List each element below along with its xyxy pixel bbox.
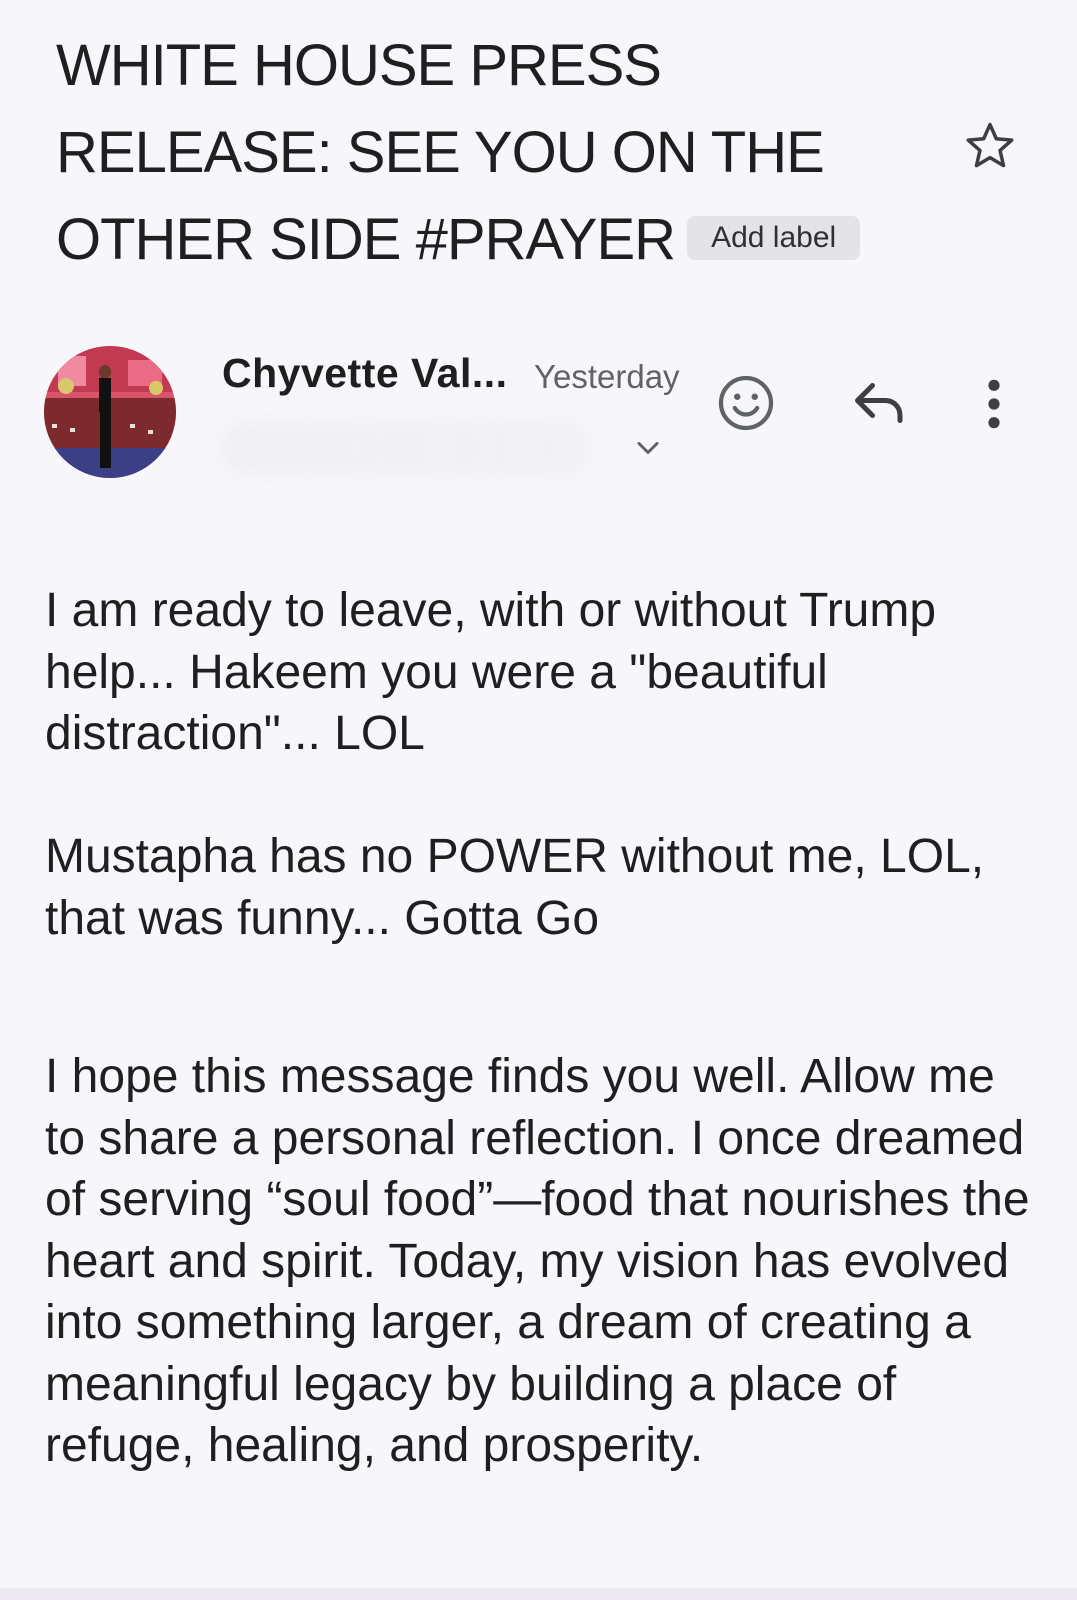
sender-avatar[interactable] xyxy=(44,346,176,478)
message-paragraph: I am ready to leave, with or without Tru… xyxy=(45,584,937,760)
chevron-down-icon[interactable] xyxy=(630,430,666,466)
email-subject: WHITE HOUSE PRESS RELEASE: SEE YOU ON TH… xyxy=(56,22,936,283)
reply-icon[interactable] xyxy=(850,378,910,428)
more-vert-icon[interactable] xyxy=(978,376,1010,432)
star-icon[interactable] xyxy=(962,118,1018,174)
add-label-chip[interactable]: Add label xyxy=(687,216,861,260)
message-time: Yesterday xyxy=(534,358,680,395)
recipient-details-blurred xyxy=(222,422,592,474)
message-paragraph: Mustapha has no POWER without me, LOL, t… xyxy=(45,830,985,945)
add-reaction-icon[interactable] xyxy=(716,373,776,433)
divider xyxy=(0,1588,1077,1600)
message-paragraph: I hope this message finds you well. Allo… xyxy=(45,1050,1030,1472)
sender-name[interactable]: Chyvette Val... xyxy=(222,350,508,397)
